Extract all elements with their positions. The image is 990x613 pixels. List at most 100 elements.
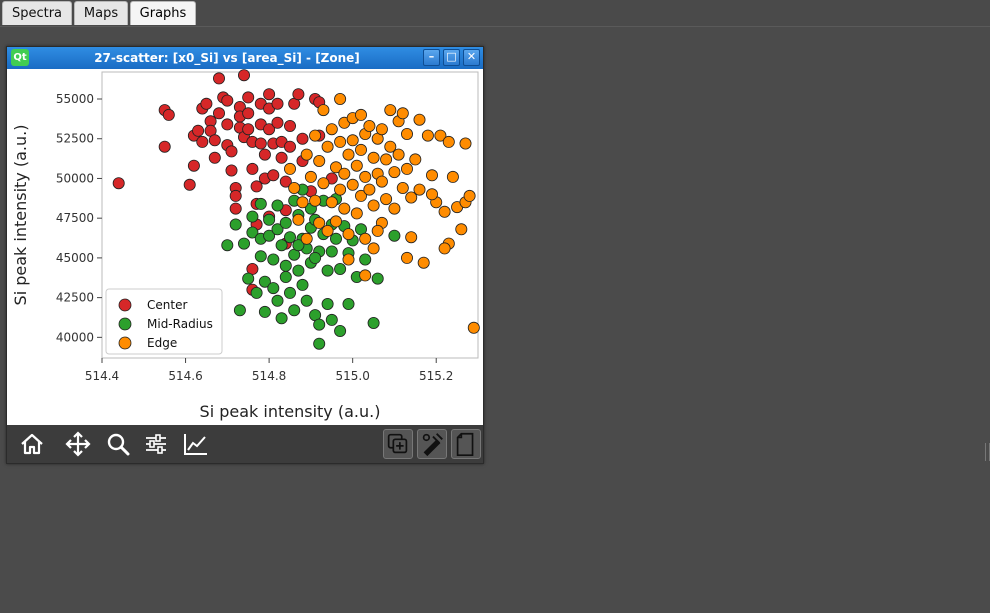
- customize-button[interactable]: [417, 429, 447, 459]
- scatter-point-mid-radius: [267, 253, 280, 266]
- qt-logo-icon: Qt: [11, 49, 29, 66]
- scatter-point-center: [158, 140, 171, 153]
- x-tick-label: 514.4: [85, 369, 119, 383]
- scatter-point-edge: [467, 321, 480, 334]
- y-tick-label: 52500: [56, 132, 94, 146]
- scatter-point-mid-radius: [250, 286, 263, 299]
- graph-window[interactable]: Qt 27-scatter: [x0_Si] vs [area_Si] - [Z…: [6, 46, 484, 464]
- scatter-point-edge: [380, 193, 393, 206]
- scatter-point-mid-radius: [296, 278, 309, 291]
- scatter-point-mid-radius: [321, 297, 334, 310]
- scatter-point-edge: [342, 253, 355, 266]
- scatter-point-mid-radius: [246, 210, 259, 223]
- copy-figure-button[interactable]: [383, 429, 413, 459]
- legend: Center Mid-Radius Edge: [105, 288, 223, 355]
- zoom-button[interactable]: [103, 429, 133, 459]
- scatter-point-center: [263, 88, 276, 101]
- home-button[interactable]: [17, 429, 47, 459]
- scatter-point-edge: [375, 123, 388, 136]
- scatter-point-edge: [413, 113, 426, 126]
- scatter-point-mid-radius: [288, 304, 301, 317]
- scatter-point-mid-radius: [279, 216, 292, 229]
- home-icon: [21, 433, 43, 455]
- scatter-point-center: [208, 134, 221, 147]
- scatter-point-edge: [317, 104, 330, 117]
- y-tick-label: 47500: [56, 211, 94, 225]
- scatter-point-center: [229, 202, 242, 215]
- scatter-point-mid-radius: [258, 305, 271, 318]
- pan-button[interactable]: [63, 429, 93, 459]
- scatter-point-center: [296, 132, 309, 145]
- clipboard-button[interactable]: [451, 429, 481, 459]
- scatter-point-edge: [350, 159, 363, 172]
- scatter-point-mid-radius: [309, 251, 322, 264]
- clipboard-icon: [456, 432, 474, 457]
- scatter-point-center: [242, 107, 255, 120]
- scatter-point-mid-radius: [263, 213, 276, 226]
- scatter-point-edge: [317, 177, 330, 190]
- scatter-point-mid-radius: [325, 313, 338, 326]
- tab-graphs[interactable]: Graphs: [130, 1, 196, 25]
- scatter-point-edge: [288, 182, 301, 195]
- scatter-point-edge: [388, 202, 401, 215]
- scatter-point-edge: [463, 189, 476, 202]
- scatter-point-mid-radius: [229, 218, 242, 231]
- scatter-point-center: [271, 97, 284, 110]
- configure-subplots-button[interactable]: [141, 429, 171, 459]
- splitter-handle[interactable]: [985, 443, 990, 461]
- scatter-point-center: [200, 97, 213, 110]
- scatter-point-center: [212, 72, 225, 85]
- scatter-chart[interactable]: 514.4 514.6 514.8 515.0 515.2 40000 42500 4500…: [8, 69, 482, 425]
- scatter-point-center: [208, 151, 221, 164]
- scatter-point-mid-radius: [233, 304, 246, 317]
- scatter-point-edge: [304, 170, 317, 183]
- window-titlebar[interactable]: Qt 27-scatter: [x0_Si] vs [area_Si] - [Z…: [7, 47, 483, 69]
- edit-curve-button[interactable]: [181, 429, 211, 459]
- scatter-point-center: [212, 107, 225, 120]
- scatter-point-mid-radius: [271, 294, 284, 307]
- y-tick-label: 42500: [56, 291, 94, 305]
- scatter-point-edge: [350, 207, 363, 220]
- scatter-plot[interactable]: 514.4 514.6 514.8 515.0 515.2 40000 42500 4500…: [8, 69, 482, 425]
- scatter-point-mid-radius: [342, 297, 355, 310]
- scatter-point-center: [258, 148, 271, 161]
- x-tick-label: 515.2: [419, 369, 453, 383]
- tab-spectra[interactable]: Spectra: [2, 1, 72, 25]
- legend-marker-mid-radius: [118, 317, 132, 331]
- scatter-point-edge: [363, 183, 376, 196]
- legend-marker-center: [118, 298, 132, 312]
- copy-figure-icon: [387, 433, 408, 454]
- scatter-point-edge: [442, 135, 455, 148]
- scatter-point-mid-radius: [267, 282, 280, 295]
- tab-maps[interactable]: Maps: [74, 1, 128, 25]
- scatter-point-edge: [321, 140, 334, 153]
- scatter-point-mid-radius: [292, 264, 305, 277]
- close-button[interactable]: ✕: [463, 49, 480, 66]
- y-tick-label: 40000: [56, 330, 94, 344]
- y-tick-label: 55000: [56, 92, 94, 106]
- minimize-button[interactable]: –: [423, 49, 440, 66]
- legend-label-mid-radius: Mid-Radius: [147, 317, 213, 331]
- scatter-point-edge: [334, 183, 347, 196]
- x-axis-ticks: 514.4 514.6 514.8 515.0 515.2: [85, 358, 453, 383]
- x-axis-label: Si peak intensity (a.u.): [200, 402, 381, 421]
- x-tick-label: 515.0: [335, 369, 369, 383]
- y-axis-ticks: 40000 42500 45000 47500 50000 52500 55000: [56, 92, 102, 344]
- scatter-point-mid-radius: [325, 245, 338, 258]
- y-axis-label: Si peak intensity (a.u.): [11, 125, 30, 306]
- scatter-point-edge: [380, 153, 393, 166]
- scatter-point-mid-radius: [334, 262, 347, 275]
- scatter-point-edge: [455, 223, 468, 236]
- scatter-point-edge: [363, 120, 376, 133]
- scatter-point-center: [229, 189, 242, 202]
- scatter-point-mid-radius: [242, 272, 255, 285]
- scatter-point-edge: [359, 170, 372, 183]
- scatter-point-edge: [342, 148, 355, 161]
- scatter-point-center: [196, 135, 209, 148]
- scatter-point-edge: [392, 148, 405, 161]
- zoom-icon: [107, 433, 130, 456]
- scatter-point-center: [237, 69, 250, 82]
- window-title: 27-scatter: [x0_Si] vs [area_Si] - [Zone…: [94, 51, 360, 65]
- maximize-button[interactable]: □: [443, 49, 460, 66]
- x-tick-label: 514.6: [168, 369, 202, 383]
